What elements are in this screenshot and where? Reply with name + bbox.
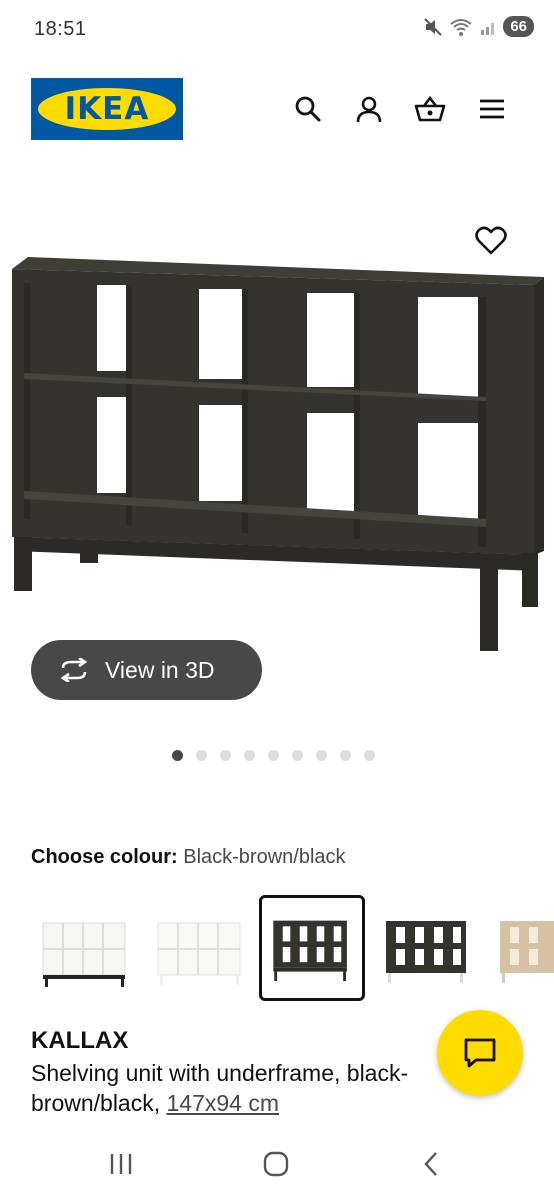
swatch-black-brown-white[interactable] [374,895,480,1001]
view-in-3d-label: View in 3D [105,656,215,683]
swatch-oak-effect-white[interactable] [488,895,554,1001]
carousel-dot[interactable] [316,750,327,761]
heart-icon [475,226,507,255]
carousel-dot[interactable] [292,750,303,761]
chat-icon [464,1038,496,1068]
account-icon [356,96,382,123]
product-size-link[interactable]: 147x94 cm [167,1090,280,1116]
wifi-icon [449,17,473,37]
header: IKEA [0,60,554,160]
signal-icon [479,18,497,36]
colour-swatches [0,893,554,1005]
mute-icon [423,17,443,37]
product-description: Shelving unit with underframe, black- [31,1060,409,1086]
product-description-line2: brown/black, 147x94 cm [31,1088,279,1118]
account-button[interactable] [353,93,385,125]
swatch-black-brown-black[interactable] [259,895,365,1001]
logo-text: IKEA [64,91,150,127]
rotate-icon [60,658,88,682]
recent-apps-icon [110,1154,132,1174]
status-time: 18:51 [34,18,87,40]
battery-icon: 66 [503,16,534,37]
status-icons: 66 [423,16,534,37]
ikea-logo[interactable]: IKEA [31,78,183,140]
basket-icon [414,95,446,122]
carousel-dot[interactable] [172,750,183,761]
carousel-dots [172,750,375,761]
view-in-3d-button[interactable]: View in 3D [31,640,262,700]
carousel-dot[interactable] [244,750,255,761]
carousel-dot[interactable] [196,750,207,761]
carousel-dot[interactable] [268,750,279,761]
swatch-white-black[interactable] [31,895,137,1001]
favourite-button[interactable] [474,224,508,258]
colour-label: Choose colour: [31,846,178,868]
product-name: KALLAX [31,1027,129,1054]
product-gallery[interactable]: View in 3D [0,160,554,780]
search-icon [295,96,321,122]
product-image[interactable] [10,255,544,655]
home-icon [263,1151,289,1177]
product-colour-text: brown/black, [31,1090,161,1116]
carousel-dot[interactable] [340,750,351,761]
basket-button[interactable] [414,93,446,125]
colour-chooser-label: Choose colour: Black-brown/black [31,846,346,869]
system-nav-bar [0,1128,554,1200]
carousel-dot[interactable] [220,750,231,761]
carousel-dot[interactable] [364,750,375,761]
home-button[interactable] [256,1146,296,1182]
back-button[interactable] [411,1146,451,1182]
menu-button[interactable] [476,93,508,125]
back-icon [424,1152,437,1176]
chat-button[interactable] [437,1010,523,1096]
search-button[interactable] [292,93,324,125]
colour-selected-value: Black-brown/black [183,846,346,868]
recent-apps-button[interactable] [101,1146,141,1182]
status-bar: 18:51 66 [0,0,554,60]
menu-icon [480,99,504,119]
swatch-white[interactable] [146,895,252,1001]
